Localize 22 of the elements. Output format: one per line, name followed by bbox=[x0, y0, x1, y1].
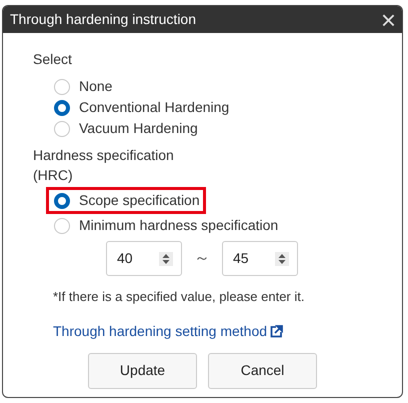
radio-icon bbox=[54, 100, 70, 116]
radio-icon bbox=[54, 78, 70, 94]
cancel-button[interactable]: Cancel bbox=[208, 352, 317, 388]
radio-option[interactable]: Scope specification bbox=[46, 187, 206, 214]
radio-icon bbox=[54, 192, 70, 208]
note-text: *If there is a specified value, please enter it. bbox=[52, 288, 306, 306]
help-link[interactable]: Through hardening setting method bbox=[33, 320, 402, 342]
radio-icon bbox=[54, 218, 70, 234]
radio-option[interactable]: Minimum hardness specification bbox=[49, 212, 284, 239]
min-value-field[interactable]: 40 bbox=[106, 241, 182, 276]
max-value-field[interactable]: 45 bbox=[222, 241, 298, 276]
section-label: Select bbox=[33, 50, 73, 69]
section-label: Hardness specification bbox=[33, 146, 175, 165]
radio-icon bbox=[54, 120, 70, 136]
external-link-icon bbox=[270, 324, 284, 338]
stepper-icon[interactable] bbox=[275, 252, 289, 266]
update-button[interactable]: Update bbox=[88, 352, 197, 388]
close-button[interactable]: × bbox=[380, 6, 396, 32]
stepper-icon[interactable] bbox=[159, 252, 173, 266]
window-title: Through hardening instruction bbox=[10, 10, 196, 29]
range-separator: ～ bbox=[194, 248, 210, 268]
unit-label: (HRC) bbox=[33, 166, 74, 185]
